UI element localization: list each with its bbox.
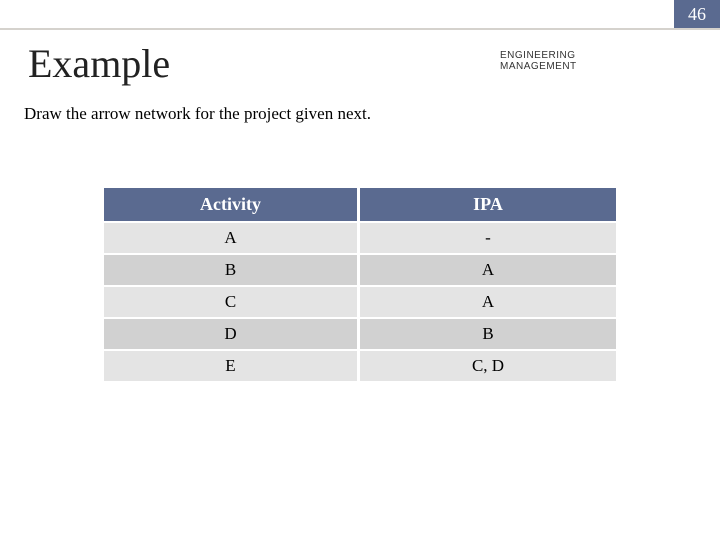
cell-activity: C xyxy=(104,285,360,317)
header-ipa: IPA xyxy=(360,188,616,221)
cell-ipa: C, D xyxy=(360,349,616,381)
page-number: 46 xyxy=(674,0,720,28)
department-label: ENGINEERING MANAGEMENT xyxy=(500,50,577,72)
cell-activity: B xyxy=(104,253,360,285)
department-line-2: MANAGEMENT xyxy=(500,61,577,72)
table-row: B A xyxy=(104,253,616,285)
slide-title: Example xyxy=(28,40,170,87)
cell-activity: E xyxy=(104,349,360,381)
cell-ipa: - xyxy=(360,221,616,253)
cell-ipa: B xyxy=(360,317,616,349)
header-rule xyxy=(0,28,720,30)
cell-ipa: A xyxy=(360,285,616,317)
table-row: E C, D xyxy=(104,349,616,381)
cell-activity: A xyxy=(104,221,360,253)
header-activity: Activity xyxy=(104,188,360,221)
department-line-1: ENGINEERING xyxy=(500,50,576,61)
table-row: A - xyxy=(104,221,616,253)
cell-activity: D xyxy=(104,317,360,349)
activity-table: Activity IPA A - B A C A D xyxy=(104,188,616,381)
slide-subtitle: Draw the arrow network for the project g… xyxy=(24,104,371,124)
table-header-row: Activity IPA xyxy=(104,188,616,221)
cell-ipa: A xyxy=(360,253,616,285)
table-row: C A xyxy=(104,285,616,317)
table-row: D B xyxy=(104,317,616,349)
